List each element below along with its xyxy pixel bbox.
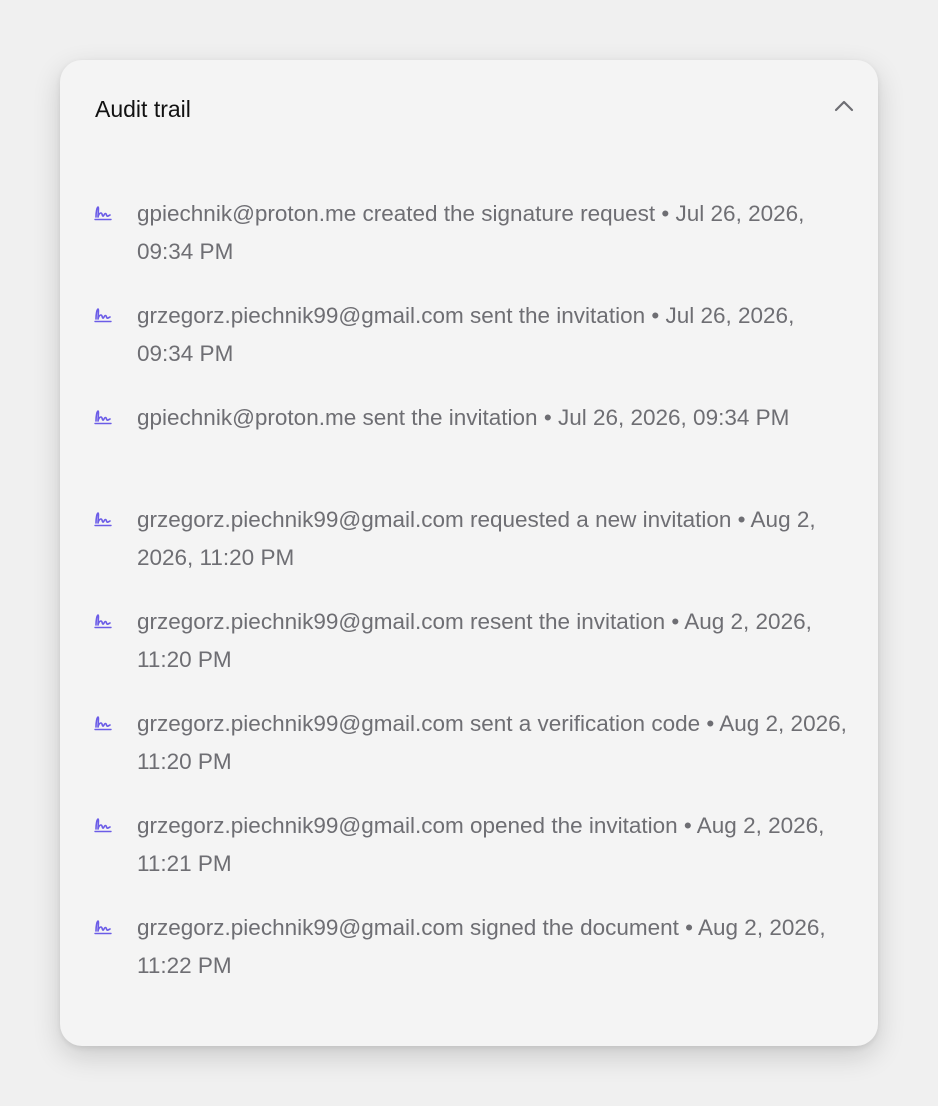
audit-entry-text: grzegorz.piechnik99@gmail.com requested … (137, 507, 816, 570)
signature-icon (94, 818, 112, 833)
audit-entry-text: gpiechnik@proton.me created the signatur… (137, 201, 805, 264)
signature-icon (94, 206, 112, 221)
signature-icon (94, 308, 112, 323)
audit-entry: grzegorz.piechnik99@gmail.com sent a ver… (60, 705, 878, 807)
audit-entry-text: grzegorz.piechnik99@gmail.com resent the… (137, 609, 812, 672)
audit-entry: grzegorz.piechnik99@gmail.com requested … (60, 501, 878, 603)
audit-entry: gpiechnik@proton.me created the signatur… (60, 195, 878, 297)
collapse-button[interactable] (828, 90, 860, 122)
audit-entry-text: gpiechnik@proton.me sent the invitation … (137, 405, 790, 430)
audit-entry: grzegorz.piechnik99@gmail.com opened the… (60, 807, 878, 909)
signature-icon (94, 512, 112, 527)
chevron-up-icon (834, 100, 854, 112)
audit-entry: grzegorz.piechnik99@gmail.com sent the i… (60, 297, 878, 399)
audit-entry: grzegorz.piechnik99@gmail.com signed the… (60, 909, 878, 1011)
audit-entry-text: grzegorz.piechnik99@gmail.com signed the… (137, 915, 826, 978)
audit-entry-text: grzegorz.piechnik99@gmail.com sent a ver… (137, 711, 847, 774)
audit-entry-text: grzegorz.piechnik99@gmail.com sent the i… (137, 303, 795, 366)
panel-title: Audit trail (95, 96, 191, 122)
signature-icon (94, 716, 112, 731)
signature-icon (94, 614, 112, 629)
audit-entry-text: grzegorz.piechnik99@gmail.com opened the… (137, 813, 825, 876)
audit-entry: grzegorz.piechnik99@gmail.com resent the… (60, 603, 878, 705)
audit-trail-panel: Audit trail gpiechnik@proton.me created … (60, 60, 878, 1046)
signature-icon (94, 410, 112, 425)
audit-entry: gpiechnik@proton.me sent the invitation … (60, 399, 878, 501)
audit-trail-header[interactable]: Audit trail (60, 60, 878, 160)
signature-icon (94, 920, 112, 935)
audit-entry-list: gpiechnik@proton.me created the signatur… (60, 195, 878, 1011)
